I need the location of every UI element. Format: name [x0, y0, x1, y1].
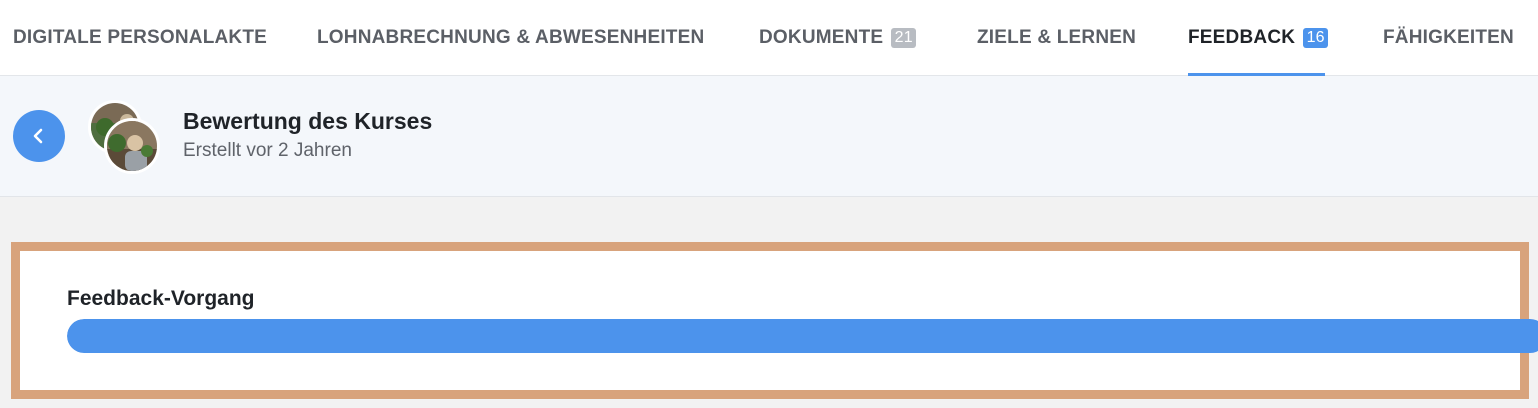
tab-ziele-lernen[interactable]: ZIELE & LERNEN — [977, 0, 1136, 76]
back-button[interactable] — [13, 110, 65, 162]
count-badge: 21 — [891, 28, 917, 48]
avatar — [104, 118, 160, 174]
participant-avatars — [88, 100, 160, 174]
tab-label: ZIELE & LERNEN — [977, 27, 1137, 48]
tab-faehigkeiten[interactable]: FÄHIGKEITEN — [1383, 0, 1514, 76]
tab-label: FÄHIGKEITEN — [1383, 27, 1514, 48]
progress-fill — [67, 319, 1538, 353]
page-title: Bewertung des Kurses — [183, 108, 433, 134]
feedback-process-card: Feedback-Vorgang — [11, 242, 1538, 399]
tab-label: DIGITALE PERSONALAKTE — [13, 27, 268, 48]
feedback-header: Bewertung des Kurses Erstellt vor 2 Jahr… — [0, 76, 1538, 197]
tab-bar: DIGITALE PERSONALAKTE LOHNABRECHNUNG & A… — [0, 0, 1538, 77]
tab-label: LOHNABRECHNUNG & ABWESENHEITEN — [317, 27, 705, 48]
feedback-progress-bar — [67, 319, 1538, 353]
tab-feedback[interactable]: FEEDBACK 16 — [1188, 0, 1329, 77]
tab-digitale-personalakte[interactable]: DIGITALE PERSONALAKTE — [13, 0, 267, 76]
created-timestamp: Erstellt vor 2 Jahren — [183, 140, 352, 161]
tab-label: DOKUMENTE — [759, 27, 884, 48]
tab-dokumente[interactable]: DOKUMENTE 21 — [759, 0, 917, 76]
tab-label: FEEDBACK — [1188, 27, 1296, 48]
tab-lohnabrechnung-abwesenheiten[interactable]: LOHNABRECHNUNG & ABWESENHEITEN — [317, 0, 704, 76]
section-title: Feedback-Vorgang — [67, 287, 255, 310]
chevron-left-icon — [33, 128, 43, 144]
count-badge: 16 — [1303, 28, 1329, 48]
